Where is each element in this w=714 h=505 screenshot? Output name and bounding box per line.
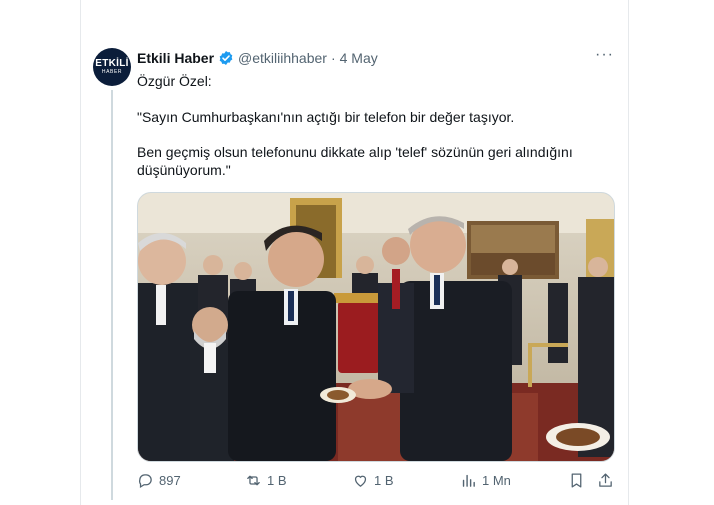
like-count: 1 B xyxy=(374,473,394,488)
share-icon xyxy=(599,473,612,487)
tweet-paragraph: Ben geçmiş olsun telefonunu dikkate alıp… xyxy=(137,144,573,178)
verified-badge-icon xyxy=(218,50,234,66)
more-options-icon[interactable]: ··· xyxy=(595,46,614,64)
reply-icon xyxy=(139,474,152,489)
author-name[interactable]: Etkili Haber xyxy=(137,50,214,66)
like-button[interactable]: 1 B xyxy=(352,472,394,489)
reply-count: 897 xyxy=(159,473,181,488)
avatar[interactable]: ETKİLİ HABER xyxy=(93,48,131,86)
tweet-text: "Sayın Cumhurbaşkanı'nın açtığı bir tele… xyxy=(137,108,587,196)
like-icon xyxy=(354,475,367,487)
share-button[interactable] xyxy=(597,472,619,489)
views-button[interactable]: 1 Mn xyxy=(460,472,511,489)
photo-illustration xyxy=(138,193,614,461)
retweet-count: 1 B xyxy=(267,473,287,488)
tweet-date[interactable]: 4 May xyxy=(340,50,378,66)
thread-line xyxy=(111,90,113,500)
separator-dot: · xyxy=(330,50,336,66)
bookmark-icon xyxy=(571,473,582,488)
retweet-button[interactable]: 1 B xyxy=(245,472,287,489)
reply-button[interactable]: 897 xyxy=(137,472,181,489)
author-handle[interactable]: @etkiliihhaber xyxy=(238,50,327,66)
tweet-actions: 897 1 B 1 B 1 Mn xyxy=(137,472,613,492)
tweet-subject: Özgür Özel: xyxy=(137,73,212,89)
timeline-border-right xyxy=(628,0,629,505)
tweet-paragraph: "Sayın Cumhurbaşkanı'nın açtığı bir tele… xyxy=(137,109,515,125)
tweet-photo[interactable] xyxy=(137,192,615,462)
views-icon xyxy=(462,474,475,487)
bookmark-button[interactable] xyxy=(568,472,590,489)
views-count: 1 Mn xyxy=(482,473,511,488)
avatar-text-line2: HABER xyxy=(101,69,123,75)
tweet-card[interactable]: ETKİLİ HABER Etkili Haber @etkiliihhaber… xyxy=(81,0,628,505)
tweet-header: Etkili Haber @etkiliihhaber · 4 May xyxy=(137,50,378,66)
retweet-icon xyxy=(247,475,260,486)
avatar-text-line1: ETKİLİ xyxy=(95,58,129,69)
